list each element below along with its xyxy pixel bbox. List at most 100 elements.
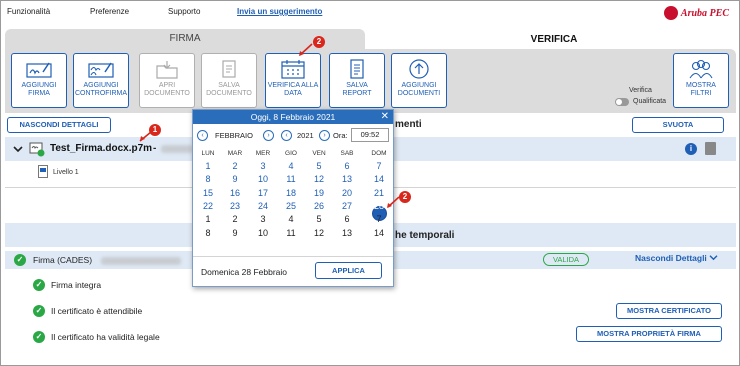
apri-documento-label-2: DOCUMENTO: [144, 90, 190, 97]
mostra-filtri-button[interactable]: MOSTRA FILTRI: [673, 53, 729, 108]
callout-badge: 2: [313, 36, 325, 48]
trash-icon[interactable]: [705, 142, 716, 155]
calendar-day[interactable]: 18: [278, 187, 304, 200]
calendar-day[interactable]: 1: [195, 160, 221, 173]
apri-documento-button[interactable]: APRI DOCUMENTO: [139, 53, 195, 108]
suggest-link[interactable]: Invia un suggerimento: [237, 7, 322, 16]
qualificata-toggle[interactable]: [615, 98, 629, 106]
applica-button[interactable]: APPLICA: [315, 262, 382, 279]
salva-documento-label-1: SALVA: [218, 82, 240, 89]
save-document-icon: [222, 60, 236, 78]
month-select[interactable]: FEBBRAIO: [215, 129, 253, 143]
calendar-day[interactable]: 26: [306, 200, 332, 213]
calendar-day[interactable]: 4: [278, 213, 304, 226]
calendar-day[interactable]: 7: [366, 213, 392, 226]
calendar-day[interactable]: 12: [306, 173, 332, 186]
calendar-day[interactable]: 14: [366, 227, 392, 240]
aggiungi-firma-label-2: FIRMA: [28, 90, 50, 97]
calendar-day[interactable]: 8: [195, 227, 221, 240]
document-level-icon: [38, 165, 48, 178]
temporal-section-title: he temporali: [395, 230, 455, 241]
redacted-firma-owner: [101, 257, 181, 265]
tab-verifica[interactable]: VERIFICA: [368, 31, 740, 49]
verifica-alla-data-button[interactable]: VERIFICA ALLA DATA: [265, 53, 321, 108]
calendar-day[interactable]: 10: [250, 227, 276, 240]
date-picker-header: Oggi, 8 Febbraio 2021 ✕: [193, 110, 393, 124]
calendar-day[interactable]: 19: [306, 187, 332, 200]
nascondi-dettagli-button[interactable]: NASCONDI DETTAGLI: [7, 117, 111, 133]
qualificata-label: Qualificata: [633, 98, 667, 105]
calendar-day[interactable]: 6: [334, 160, 360, 173]
calendar-day[interactable]: 3: [250, 160, 276, 173]
check-icon: ✓: [14, 254, 26, 266]
chevron-down-icon[interactable]: [13, 145, 23, 153]
calendar-day[interactable]: 1: [195, 213, 221, 226]
calendar-day[interactable]: 17: [250, 187, 276, 200]
calendar-day[interactable]: 12: [306, 227, 332, 240]
calendar-day[interactable]: 27: [334, 200, 360, 213]
signature-icon: [26, 62, 52, 78]
calendar-day[interactable]: 24: [250, 200, 276, 213]
calendar-day[interactable]: 15: [195, 187, 221, 200]
calendar-day[interactable]: 10: [250, 173, 276, 186]
next-month-icon[interactable]: ›: [263, 130, 274, 141]
nascondi-dettagli-link[interactable]: Nascondi Dettagli: [635, 253, 718, 263]
ora-input[interactable]: 09:52: [351, 128, 389, 142]
calendar-day[interactable]: 9: [222, 227, 248, 240]
salva-report-button[interactable]: SALVA REPORT: [329, 53, 385, 108]
calendar-day[interactable]: 13: [334, 173, 360, 186]
prev-year-icon[interactable]: ‹: [281, 130, 292, 141]
info-icon[interactable]: i: [685, 143, 697, 155]
year-select[interactable]: 2021: [297, 129, 314, 143]
calendar-day[interactable]: 4: [278, 160, 304, 173]
apri-documento-label-1: APRI: [158, 82, 176, 89]
calendar-day[interactable]: 5: [306, 213, 332, 226]
calendar-day[interactable]: 2: [222, 160, 248, 173]
menu-funzionalita[interactable]: Funzionalità: [7, 7, 50, 16]
aggiungi-documenti-label-2: DOCUMENTI: [397, 90, 441, 97]
calendar-day[interactable]: 20: [334, 187, 360, 200]
check-icon: ✓: [33, 305, 45, 317]
aggiungi-controfirma-label-1: AGGIUNGI: [83, 82, 119, 89]
livello-label: Livello 1: [53, 169, 79, 176]
certificato-validita-text: Il certificato ha validità legale: [51, 332, 160, 342]
salva-documento-label-2: DOCUMENTO: [206, 90, 252, 97]
nascondi-dettagli-link-label: Nascondi Dettagli: [635, 253, 707, 263]
calendar-day[interactable]: 25: [278, 200, 304, 213]
weekday-header: VEN: [312, 150, 326, 157]
folder-open-icon: [156, 61, 178, 79]
date-picker-today: Oggi, 8 Febbraio 2021: [250, 112, 336, 122]
menu-preferenze[interactable]: Preferenze: [90, 7, 129, 16]
aggiungi-firma-button[interactable]: AGGIUNGI FIRMA: [11, 53, 67, 108]
calendar-day[interactable]: 14: [366, 173, 392, 186]
selected-date-label: Domenica 28 Febbraio: [201, 267, 287, 277]
aggiungi-documenti-button[interactable]: AGGIUNGI DOCUMENTI: [391, 53, 447, 108]
salva-documento-button[interactable]: SALVA DOCUMENTO: [201, 53, 257, 108]
close-icon[interactable]: ✕: [381, 110, 389, 124]
mostra-certificato-button[interactable]: MOSTRA CERTIFICATO: [616, 303, 722, 319]
calendar-day[interactable]: 16: [222, 187, 248, 200]
calendar-day[interactable]: 3: [250, 213, 276, 226]
calendar-day[interactable]: 23: [222, 200, 248, 213]
calendar-day[interactable]: 6: [334, 213, 360, 226]
next-year-icon[interactable]: ›: [319, 130, 330, 141]
calendar-day[interactable]: 11: [278, 227, 304, 240]
svuota-button[interactable]: SVUOTA: [632, 117, 724, 133]
weekday-header: DOM: [371, 150, 387, 157]
calendar-day[interactable]: 5: [306, 160, 332, 173]
aggiungi-controfirma-button[interactable]: AGGIUNGI CONTROFIRMA: [73, 53, 129, 108]
calendar-day[interactable]: 11: [278, 173, 304, 186]
verifica-alla-data-label-2: DATA: [284, 90, 302, 97]
callout-arrow-icon: [139, 131, 152, 142]
mostra-proprieta-firma-button[interactable]: MOSTRA PROPRIETÀ FIRMA: [576, 326, 722, 342]
menu-supporto[interactable]: Supporto: [168, 7, 200, 16]
calendar-day[interactable]: 7: [366, 160, 392, 173]
calendar-day[interactable]: 8: [195, 173, 221, 186]
calendar-day[interactable]: 2: [222, 213, 248, 226]
salva-report-label-1: SALVA: [346, 82, 368, 89]
calendar-day[interactable]: 9: [222, 173, 248, 186]
aggiungi-documenti-label-1: AGGIUNGI: [401, 82, 437, 89]
calendar-day[interactable]: 13: [334, 227, 360, 240]
calendar-day[interactable]: 22: [195, 200, 221, 213]
prev-month-icon[interactable]: ‹: [197, 130, 208, 141]
